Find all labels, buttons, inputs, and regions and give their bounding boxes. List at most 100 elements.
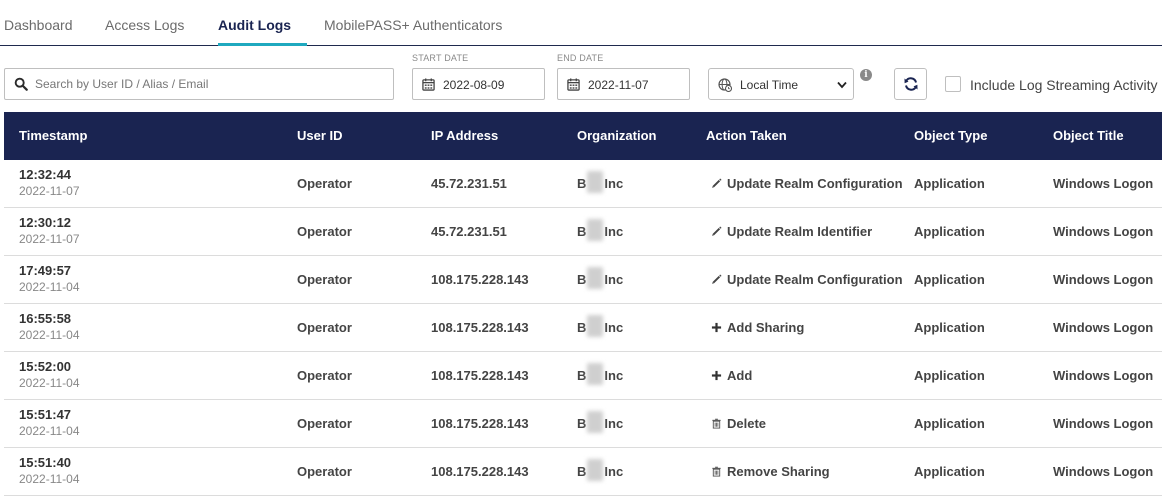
start-date-field[interactable]: 2022-08-09 (412, 68, 545, 100)
ip-address-cell: 108.175.228.143 (431, 464, 529, 479)
calendar-icon (422, 78, 435, 91)
ip-address-cell: 108.175.228.143 (431, 416, 529, 431)
object-type-cell: Application (914, 320, 985, 335)
object-title-cell: Windows Logon (1053, 368, 1154, 383)
column-header-organization[interactable]: Organization (577, 128, 656, 143)
object-title-cell: Windows Logon (1053, 320, 1154, 335)
ip-address-cell: 108.175.228.143 (431, 368, 529, 383)
start-date-value: 2022-08-09 (443, 78, 505, 92)
action-taken-cell: Update Realm Configuration (711, 176, 903, 191)
pencil-icon (711, 177, 722, 188)
redaction-blur (587, 314, 604, 337)
table-body: 12:32:44 2022-11-07 Operator 45.72.231.5… (4, 160, 1162, 496)
organization-cell: B Inc (577, 458, 624, 481)
ip-address-cell: 45.72.231.51 (431, 224, 507, 239)
action-label: Update Realm Configuration (727, 272, 903, 287)
action-label: Update Realm Configuration (727, 176, 903, 191)
organization-prefix: B (577, 368, 587, 383)
user-id-cell: Operator (297, 416, 352, 431)
refresh-button[interactable] (894, 68, 927, 100)
object-type-cell: Application (914, 176, 985, 191)
include-streaming-checkbox[interactable] (945, 76, 961, 92)
ip-address-cell: 45.72.231.51 (431, 176, 507, 191)
column-header-action-taken[interactable]: Action Taken (706, 128, 787, 143)
table-row[interactable]: 12:30:12 2022-11-07 Operator 45.72.231.5… (4, 208, 1162, 256)
redaction-blur (587, 362, 604, 385)
trash-icon (711, 417, 722, 429)
trash-icon (711, 465, 722, 477)
tab-dashboard[interactable]: Dashboard (4, 17, 73, 33)
action-label: Add Sharing (727, 320, 805, 335)
object-type-cell: Application (914, 224, 985, 239)
object-title-cell: Windows Logon (1053, 416, 1154, 431)
organization-cell: B Inc (577, 170, 624, 193)
tab-bar: Dashboard Access Logs Audit Logs MobileP… (0, 0, 1162, 46)
object-type-cell: Application (914, 416, 985, 431)
redaction-blur (587, 218, 604, 241)
table-header: Timestamp User ID IP Address Organizatio… (4, 112, 1162, 160)
table-row[interactable]: 15:51:40 2022-11-04 Operator 108.175.228… (4, 448, 1162, 496)
timezone-select[interactable]: Local Time (708, 68, 854, 100)
audit-log-table: Timestamp User ID IP Address Organizatio… (4, 112, 1162, 496)
action-taken-cell: Update Realm Configuration (711, 272, 903, 287)
timestamp-time: 12:30:12 (19, 215, 72, 230)
redaction-blur (587, 170, 604, 193)
action-label: Add (727, 368, 753, 383)
include-streaming-label[interactable]: Include Log Streaming Activity (970, 77, 1158, 93)
calendar-icon (567, 78, 580, 91)
table-row[interactable]: 15:51:47 2022-11-04 Operator 108.175.228… (4, 400, 1162, 448)
organization-suffix: Inc (604, 176, 624, 191)
plus-icon (711, 369, 722, 381)
pencil-icon (711, 225, 722, 236)
user-id-cell: Operator (297, 224, 352, 239)
table-row[interactable]: 16:55:58 2022-11-04 Operator 108.175.228… (4, 304, 1162, 352)
organization-prefix: B (577, 320, 587, 335)
chevron-down-icon (837, 81, 847, 89)
object-title-cell: Windows Logon (1053, 224, 1154, 239)
tab-audit-logs[interactable]: Audit Logs (218, 17, 291, 33)
tab-mobilepass-authenticators[interactable]: MobilePASS+ Authenticators (324, 17, 502, 33)
redaction-blur (587, 410, 604, 433)
column-header-user-id[interactable]: User ID (297, 128, 343, 143)
object-type-cell: Application (914, 368, 985, 383)
timestamp-time: 15:51:40 (19, 455, 72, 470)
start-date-label: START DATE (412, 53, 469, 63)
organization-suffix: Inc (604, 320, 624, 335)
column-header-ip-address[interactable]: IP Address (431, 128, 498, 143)
column-header-object-title[interactable]: Object Title (1053, 128, 1124, 143)
table-row[interactable]: 17:49:57 2022-11-04 Operator 108.175.228… (4, 256, 1162, 304)
table-row[interactable]: 12:32:44 2022-11-07 Operator 45.72.231.5… (4, 160, 1162, 208)
end-date-value: 2022-11-07 (588, 78, 649, 92)
column-header-timestamp[interactable]: Timestamp (19, 128, 87, 143)
timestamp-time: 17:49:57 (19, 263, 72, 278)
organization-cell: B Inc (577, 266, 623, 289)
organization-suffix: Inc (604, 416, 624, 431)
table-row[interactable]: 15:52:00 2022-11-04 Operator 108.175.228… (4, 352, 1162, 400)
user-id-cell: Operator (297, 464, 352, 479)
action-label: Remove Sharing (727, 464, 830, 479)
info-icon[interactable]: i (860, 69, 872, 81)
organization-suffix: Inc (604, 224, 624, 239)
organization-suffix: Inc (604, 368, 624, 383)
action-taken-cell: Remove Sharing (711, 464, 830, 479)
organization-prefix: B (577, 176, 587, 191)
timestamp-date: 2022-11-07 (19, 184, 80, 198)
column-header-object-type[interactable]: Object Type (914, 128, 987, 143)
ip-address-cell: 108.175.228.143 (431, 272, 529, 287)
tab-access-logs[interactable]: Access Logs (105, 17, 184, 33)
plus-icon (711, 321, 722, 333)
redaction-blur (587, 266, 604, 289)
organization-prefix: B (577, 224, 587, 239)
timezone-value: Local Time (740, 78, 799, 92)
action-taken-cell: Add (711, 368, 752, 383)
search-input[interactable] (35, 69, 385, 99)
timestamp-date: 2022-11-04 (19, 280, 80, 294)
action-taken-cell: Delete (711, 416, 766, 431)
organization-suffix: Inc (604, 464, 624, 479)
action-label: Update Realm Identifier (727, 224, 873, 239)
user-id-cell: Operator (297, 176, 352, 191)
user-id-cell: Operator (297, 272, 352, 287)
organization-prefix: B (577, 272, 587, 287)
object-title-cell: Windows Logon (1053, 464, 1154, 479)
end-date-field[interactable]: 2022-11-07 (557, 68, 690, 100)
